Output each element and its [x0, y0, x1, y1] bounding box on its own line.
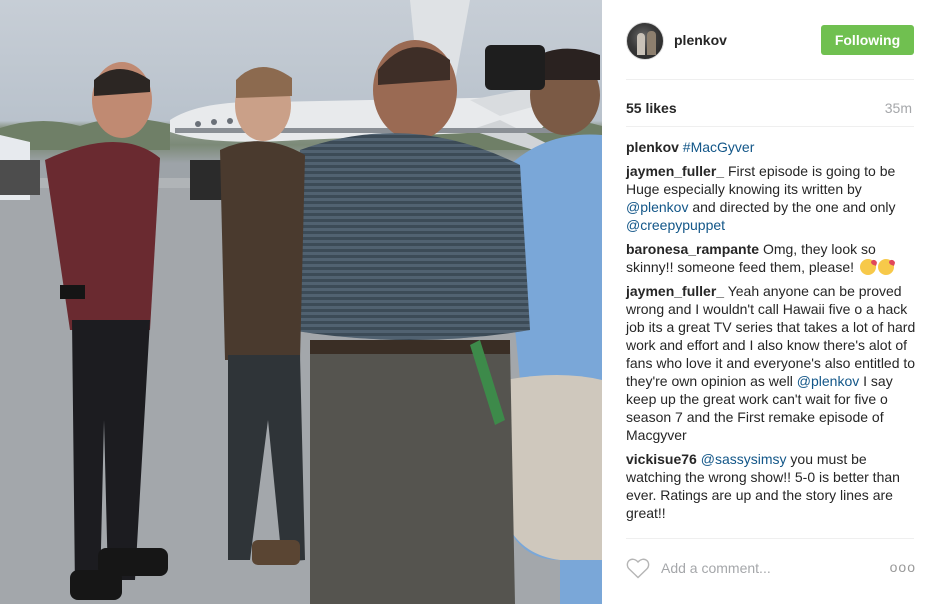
comment-mention[interactable]: @plenkov	[797, 373, 859, 389]
comment-item: jaymen_fuller_ First episode is going to…	[626, 162, 916, 234]
more-options-icon[interactable]: ooo	[890, 559, 916, 575]
comment-username[interactable]: baronesa_rampante	[626, 241, 759, 257]
comments-divider	[626, 538, 914, 539]
comment-bar: ooo	[626, 555, 916, 583]
comment-item: jaymen_fuller_ Yeah anyone can be proved…	[626, 282, 916, 444]
header-divider	[626, 79, 914, 80]
instagram-post-view: plenkov Following 55 likes 35m plenkov #…	[0, 0, 935, 604]
likes-count[interactable]: 55 likes	[626, 100, 677, 116]
comment-username[interactable]: jaymen_fuller_	[626, 283, 724, 299]
caption: plenkov #MacGyver	[626, 138, 916, 156]
post-side-panel: plenkov Following 55 likes 35m plenkov #…	[602, 0, 935, 604]
comment-username[interactable]: jaymen_fuller_	[626, 163, 724, 179]
add-comment-input[interactable]	[661, 557, 861, 579]
post-username[interactable]: plenkov	[674, 32, 727, 48]
likes-divider	[626, 126, 914, 127]
comments-list: plenkov #MacGyver jaymen_fuller_ First e…	[626, 138, 916, 528]
post-photo[interactable]	[0, 0, 602, 604]
comment-username[interactable]: vickisue76	[626, 451, 697, 467]
caption-hashtag[interactable]: #MacGyver	[683, 139, 755, 155]
post-header: plenkov Following	[626, 22, 914, 60]
avatar[interactable]	[626, 22, 664, 60]
comment-mention[interactable]: @creepypuppet	[626, 217, 725, 233]
comment-mention[interactable]: @sassysimsy	[701, 451, 787, 467]
following-button[interactable]: Following	[821, 25, 914, 55]
heart-icon[interactable]	[626, 557, 650, 579]
kissing-face-emoji-icon	[859, 259, 876, 275]
kissing-face-emoji-icon	[877, 259, 894, 275]
caption-username[interactable]: plenkov	[626, 139, 679, 155]
comment-mention[interactable]: @plenkov	[626, 199, 688, 215]
post-timestamp[interactable]: 35m	[885, 100, 912, 116]
photo-illustration	[0, 0, 602, 604]
comment-item: vickisue76 @sassysimsy you must be watch…	[626, 450, 916, 522]
comment-text: and directed by the one and only	[692, 199, 896, 215]
comment-item: baronesa_rampante Omg, they look so skin…	[626, 240, 916, 276]
